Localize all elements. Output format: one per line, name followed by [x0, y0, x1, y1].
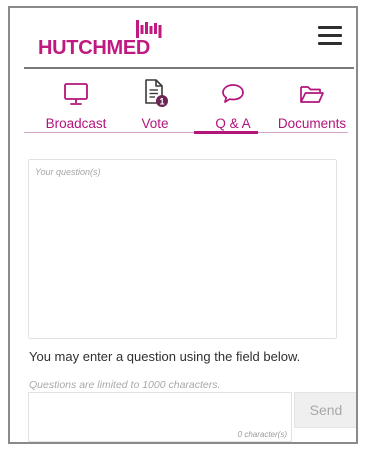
header: HUTCHMED	[10, 8, 356, 69]
tab-qa-label: Q & A	[215, 116, 251, 131]
tab-underline	[24, 132, 348, 133]
tab-broadcast-label: Broadcast	[45, 116, 107, 131]
header-divider	[24, 67, 354, 69]
question-info-text: You may enter a question using the field…	[29, 349, 301, 364]
character-limit-hint: Questions are limited to 1000 characters…	[29, 379, 221, 391]
document-icon: 1	[145, 79, 168, 107]
monitor-icon	[64, 83, 88, 105]
brand-name: HUTCHMED	[38, 37, 151, 59]
send-button[interactable]: Send	[294, 392, 356, 428]
tab-documents-label: Documents	[277, 116, 347, 131]
app-frame: HUTCHMED Broadcast 1 Vote Q & A Document…	[8, 6, 358, 444]
character-counter: 0 character(s)	[237, 430, 287, 439]
hamburger-menu-icon[interactable]	[318, 26, 342, 46]
question-entry-field[interactable]: 0 character(s)	[28, 392, 292, 442]
tab-qa[interactable]: Q & A	[202, 72, 264, 134]
tab-broadcast[interactable]: Broadcast	[40, 72, 112, 134]
tab-vote[interactable]: 1 Vote	[130, 72, 180, 134]
question-box[interactable]	[28, 159, 337, 339]
vote-badge-count: 1	[159, 97, 164, 107]
active-tab-indicator	[194, 131, 258, 134]
tab-bar: Broadcast 1 Vote Q & A Documents	[24, 72, 346, 134]
logo-bars-icon	[136, 20, 162, 38]
tab-documents[interactable]: Documents	[272, 72, 352, 134]
folder-open-icon	[300, 86, 324, 103]
hutchmed-logo: HUTCHMED	[38, 18, 178, 62]
speech-bubble-icon	[222, 84, 244, 103]
tab-vote-label: Vote	[141, 116, 169, 131]
question-input[interactable]	[29, 160, 336, 338]
